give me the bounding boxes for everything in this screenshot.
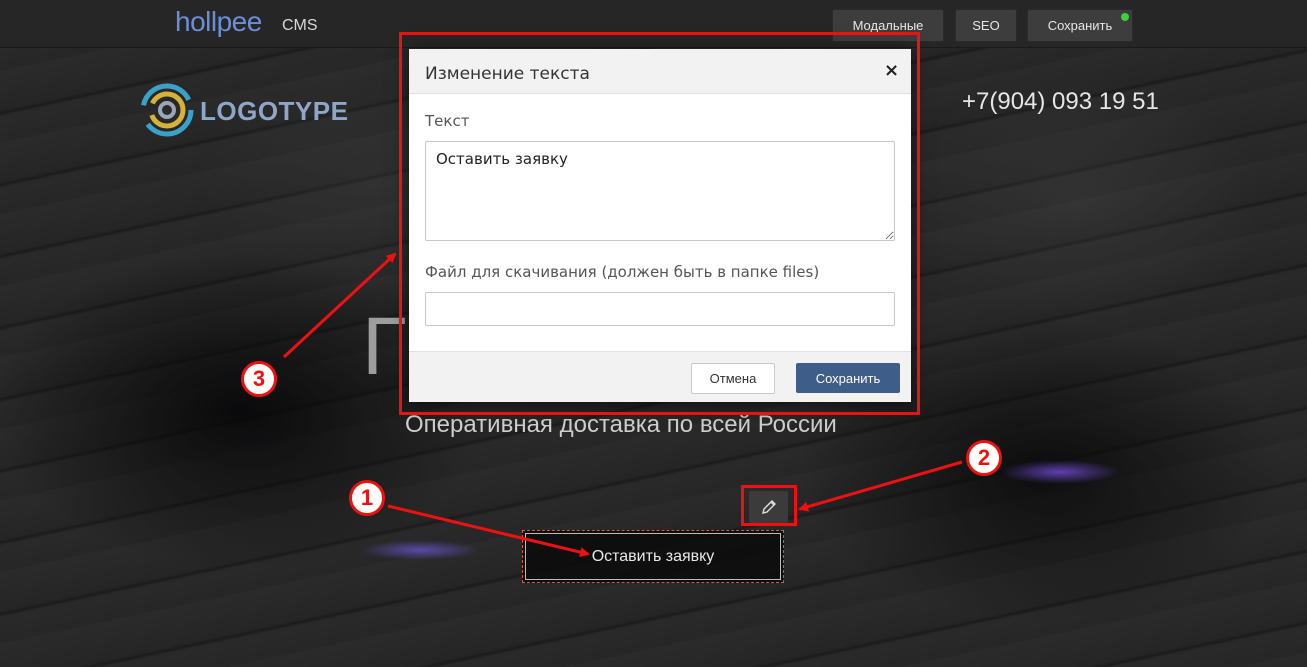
order-button[interactable]: Оставить заявку (522, 530, 784, 583)
order-button-border (525, 533, 781, 580)
seo-button[interactable]: SEO (955, 9, 1017, 42)
logo-mark-icon (140, 83, 194, 137)
hero-subtitle: Оперативная доставка по всей России (405, 411, 837, 438)
site-logo[interactable]: LOGOTYPE (140, 83, 348, 139)
annotation-marker-2: 2 (966, 440, 1002, 476)
scooter-light-left (360, 540, 480, 560)
save-status-dot (1121, 13, 1129, 21)
logo-text: LOGOTYPE (200, 96, 349, 126)
annotation-marker-1: 1 (349, 480, 385, 516)
cms-save-button[interactable]: Сохранить (1027, 9, 1133, 42)
scooter-light-right (1000, 460, 1120, 484)
cms-brand: hollpee (175, 6, 262, 37)
annotation-marker-3: 3 (241, 361, 277, 397)
annotation-box-pencil (741, 485, 797, 526)
cms-brand-suffix: CMS (282, 17, 318, 34)
phone-number: +7(904) 093 19 51 (962, 88, 1159, 115)
annotation-box-modal (399, 32, 920, 415)
